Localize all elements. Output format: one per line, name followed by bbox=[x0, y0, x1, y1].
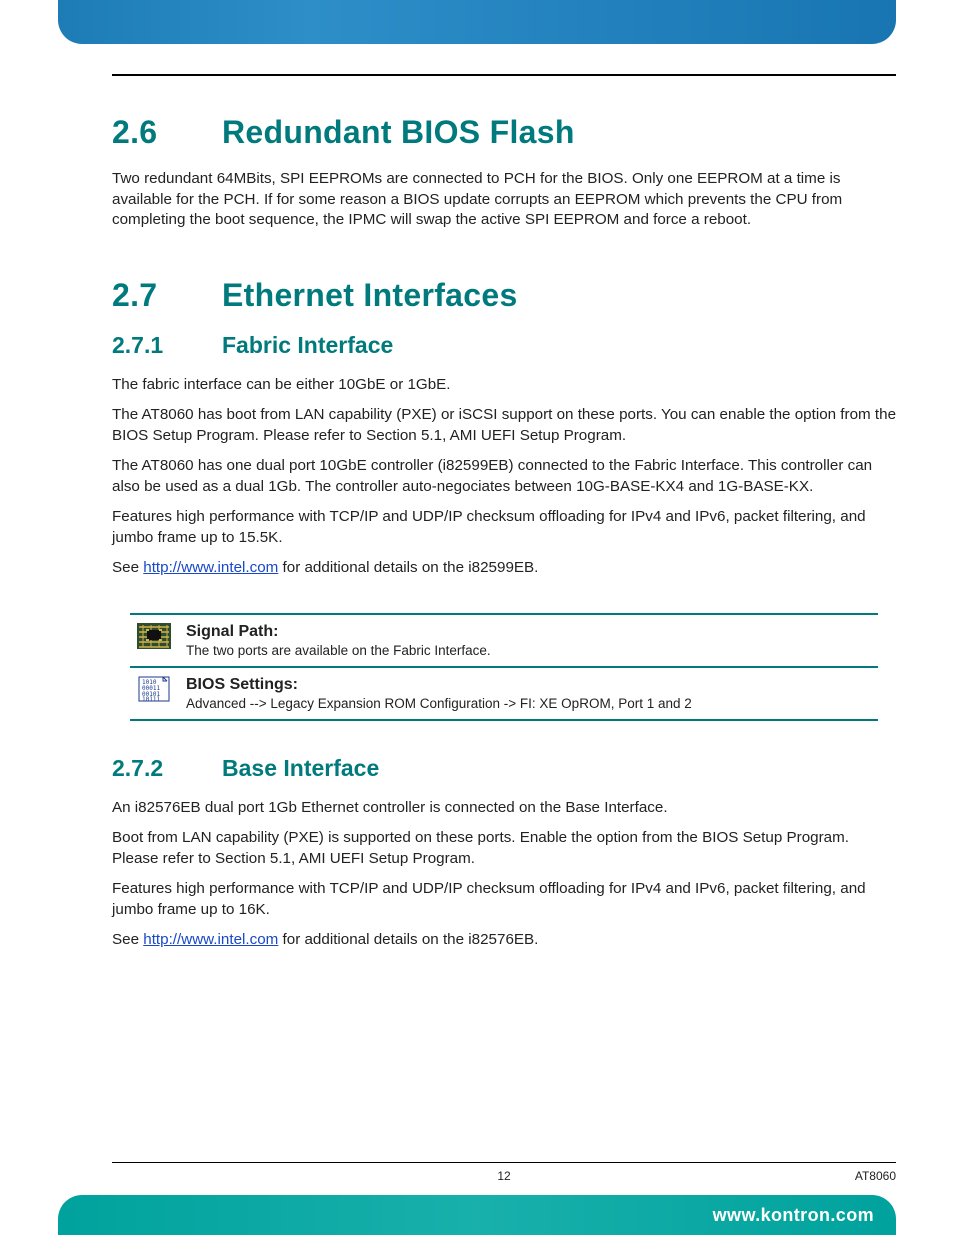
footer-center: 12 bbox=[112, 1169, 896, 1183]
circuit-board-icon bbox=[136, 621, 172, 651]
paragraph: See http://www.intel.com for additional … bbox=[112, 558, 896, 579]
document-page: 2.6 Redundant BIOS Flash Two redundant 6… bbox=[0, 0, 954, 1235]
paragraph: Boot from LAN capability (PXE) is suppor… bbox=[112, 828, 896, 869]
paragraph: The AT8060 has boot from LAN capability … bbox=[112, 405, 896, 446]
content-area: 2.6 Redundant BIOS Flash Two redundant 6… bbox=[112, 108, 896, 1135]
note-block: Signal Path: The two ports are available… bbox=[130, 613, 878, 721]
paragraph: An i82576EB dual port 1Gb Ethernet contr… bbox=[112, 798, 896, 819]
paragraph: Two redundant 64MBits, SPI EEPROMs are c… bbox=[112, 169, 896, 231]
heading-number: 2.7.2 bbox=[112, 755, 222, 782]
heading-title: Ethernet Interfaces bbox=[222, 277, 518, 314]
heading-title: Fabric Interface bbox=[222, 332, 393, 359]
paragraph: See http://www.intel.com for additional … bbox=[112, 930, 896, 951]
binary-code-icon: 1010 00011 00101 10111 bbox=[136, 674, 172, 704]
note-signal-path: Signal Path: The two ports are available… bbox=[130, 613, 878, 668]
heading-number: 2.7.1 bbox=[112, 332, 222, 359]
text: See bbox=[112, 559, 143, 576]
note-body: Signal Path: The two ports are available… bbox=[186, 621, 491, 660]
heading-2-7: 2.7 Ethernet Interfaces bbox=[112, 277, 896, 314]
page-number: 12 bbox=[497, 1169, 510, 1183]
note-title: BIOS Settings: bbox=[186, 676, 692, 694]
intel-link[interactable]: http://www.intel.com bbox=[143, 931, 278, 948]
footer-right: AT8060 bbox=[855, 1169, 896, 1183]
paragraph: The fabric interface can be either 10GbE… bbox=[112, 375, 896, 396]
note-body: BIOS Settings: Advanced --> Legacy Expan… bbox=[186, 674, 692, 713]
heading-title: Base Interface bbox=[222, 755, 379, 782]
intel-link[interactable]: http://www.intel.com bbox=[143, 559, 278, 576]
heading-2-7-1: 2.7.1 Fabric Interface bbox=[112, 332, 896, 359]
paragraph: Features high performance with TCP/IP an… bbox=[112, 879, 896, 920]
note-title: Signal Path: bbox=[186, 623, 491, 641]
heading-number: 2.7 bbox=[112, 277, 222, 314]
header-banner bbox=[58, 0, 896, 44]
footer-url: www.kontron.com bbox=[713, 1205, 874, 1226]
note-bios-settings: 1010 00011 00101 10111 BIOS Settings: Ad… bbox=[130, 668, 878, 721]
heading-2-6: 2.6 Redundant BIOS Flash bbox=[112, 114, 896, 151]
paragraph: Features high performance with TCP/IP an… bbox=[112, 507, 896, 548]
heading-number: 2.6 bbox=[112, 114, 222, 151]
svg-text:10111: 10111 bbox=[142, 696, 160, 703]
note-text: Advanced --> Legacy Expansion ROM Config… bbox=[186, 696, 692, 711]
header-rule bbox=[112, 74, 896, 76]
text: for additional details on the i82576EB. bbox=[278, 931, 538, 948]
heading-2-7-2: 2.7.2 Base Interface bbox=[112, 755, 896, 782]
paragraph: The AT8060 has one dual port 10GbE contr… bbox=[112, 456, 896, 497]
text: See bbox=[112, 931, 143, 948]
footer-rule bbox=[112, 1162, 896, 1163]
footer-banner: www.kontron.com bbox=[58, 1195, 896, 1235]
text: for additional details on the i82599EB. bbox=[278, 559, 538, 576]
note-text: The two ports are available on the Fabri… bbox=[186, 643, 491, 658]
heading-title: Redundant BIOS Flash bbox=[222, 114, 575, 151]
